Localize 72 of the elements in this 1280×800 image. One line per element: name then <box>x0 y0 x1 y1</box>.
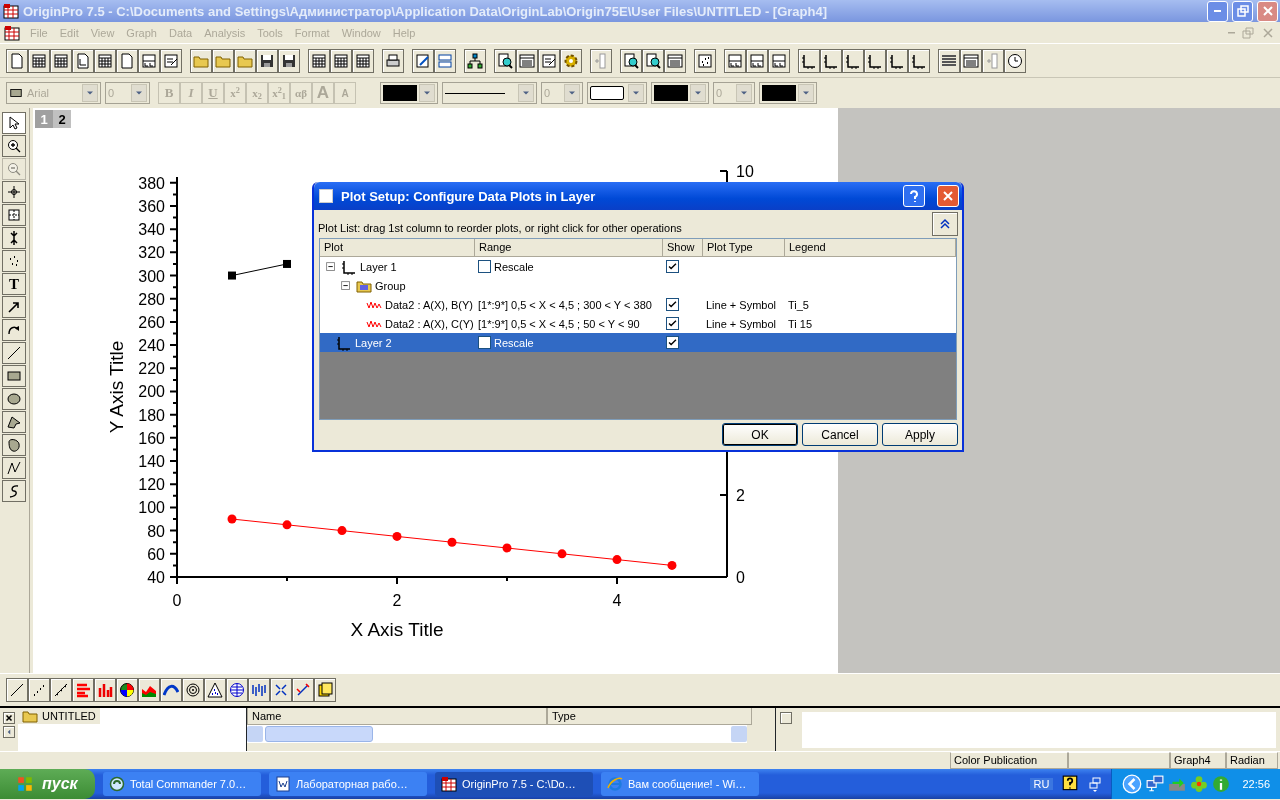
tick-label: 300 <box>138 267 165 285</box>
tick-label: 380 <box>138 174 165 192</box>
tick-label: 220 <box>138 360 165 378</box>
status-panel: Radian <box>1226 752 1278 769</box>
tree-label: Layer 1 <box>360 260 397 273</box>
tree-row[interactable]: Layer 2 Rescale <box>320 333 956 352</box>
checkbox-label: Rescale <box>494 260 534 273</box>
range-text: [1*:9*] 0,5 < X < 4,5 ; 50 < Y < 90 <box>478 317 640 330</box>
taskbar-button[interactable]: Вам сообщение! - Wi… <box>601 772 759 796</box>
tick-label: 100 <box>138 499 165 517</box>
tick-label: 2 <box>392 592 402 609</box>
line-width-combo[interactable]: 0 <box>541 82 583 104</box>
window-title: OriginPro 7.5 - C:\Documents and Settings\Администратор\Application Data\OriginLab\Origin75E\User Files\UNTITLED - [Graph4] <box>23 3 829 19</box>
tick-label: 2 <box>736 487 745 504</box>
status-panel: Graph4 <box>1170 752 1226 769</box>
axis-title: X Axis Title <box>350 619 444 640</box>
size-value: 0 <box>716 87 723 99</box>
tick-label: 280 <box>138 290 165 308</box>
legend-text: Ti_5 <box>788 298 809 311</box>
layer-tab[interactable]: 2 <box>53 110 71 128</box>
pattern-size-combo[interactable]: 0 <box>713 82 755 104</box>
tree-label: Group <box>375 279 406 292</box>
dialog-button[interactable]: Cancel <box>802 423 878 446</box>
status-panel: Color Publication <box>950 752 1068 769</box>
taskbar-button[interactable]: Лабораторная рабо… <box>269 772 427 796</box>
tick-label: 180 <box>138 406 165 424</box>
tick-label: 120 <box>138 476 165 494</box>
font-name: Arial <box>27 87 49 99</box>
tick-label: 160 <box>138 429 165 447</box>
tree-row[interactable]: Group <box>320 276 956 295</box>
tick-label: 200 <box>138 383 165 401</box>
tick-label: 140 <box>138 453 165 471</box>
start-button[interactable]: пуск <box>0 769 95 799</box>
tree-row[interactable]: Data2 : A(X), C(Y) [1*:9*] 0,5 < X < 4,5 ; 50 < Y < 90 Line + Symbol Ti 15 <box>320 314 956 333</box>
tick-label: 10 <box>736 163 754 180</box>
plot-type-text: Line + Symbol <box>706 317 776 330</box>
column-header[interactable]: Name <box>247 708 547 725</box>
tree-label: Data2 : A(X), C(Y) <box>385 317 474 330</box>
width-value: 0 <box>544 87 551 99</box>
tick-label: 40 <box>147 569 165 586</box>
hint-text: Plot List: drag 1st column to reorder plots, or right click for other operations <box>318 221 683 234</box>
tree-label: Layer 2 <box>355 336 392 349</box>
dialog-button[interactable]: Apply <box>882 423 958 446</box>
taskbar-button[interactable]: Total Commander 7.0… <box>103 772 261 796</box>
plot-type-text: Line + Symbol <box>706 298 776 311</box>
range-text: [1*:9*] 0,5 < X < 4,5 ; 300 < Y < 380 <box>478 298 652 311</box>
column-header[interactable]: Type <box>547 708 752 725</box>
checkbox-label: Rescale <box>494 336 534 349</box>
language-indicator[interactable]: RU <box>1029 778 1054 790</box>
axis-title: Y Axis Title <box>106 340 127 434</box>
tree-row[interactable]: Layer 1 Rescale <box>320 257 956 276</box>
tree-label: Data2 : A(X), B(Y) <box>385 298 474 311</box>
tick-label: 80 <box>147 522 165 540</box>
tree-row[interactable]: Data2 : A(X), B(Y) [1*:9*] 0,5 < X < 4,5 ; 300 < Y < 380 Line + Symbol Ti_5 <box>320 295 956 314</box>
folder-item[interactable]: UNTITLED <box>18 708 100 724</box>
tool-button[interactable]: T <box>2 273 26 295</box>
tick-label: 240 <box>138 337 165 355</box>
tick-label: 0 <box>172 592 182 609</box>
tick-label: 60 <box>147 545 165 563</box>
layer-tab[interactable]: 1 <box>35 110 53 128</box>
tick-label: 260 <box>138 313 165 331</box>
size-value: 0 <box>108 87 115 99</box>
dialog-title: Plot Setup: Configure Data Plots in Layer <box>341 188 597 204</box>
clock: 22:56 <box>1242 778 1270 790</box>
taskbar-button[interactable]: OriginPro 7.5 - C:\Do… <box>435 772 593 796</box>
tick-label: 320 <box>138 244 165 262</box>
tick-label: 340 <box>138 221 165 239</box>
legend-text: Ti 15 <box>788 317 813 330</box>
dialog-button[interactable]: OK <box>722 423 798 446</box>
tick-label: 0 <box>736 569 745 586</box>
tick-label: 360 <box>138 198 165 215</box>
tick-label: 4 <box>612 592 622 609</box>
